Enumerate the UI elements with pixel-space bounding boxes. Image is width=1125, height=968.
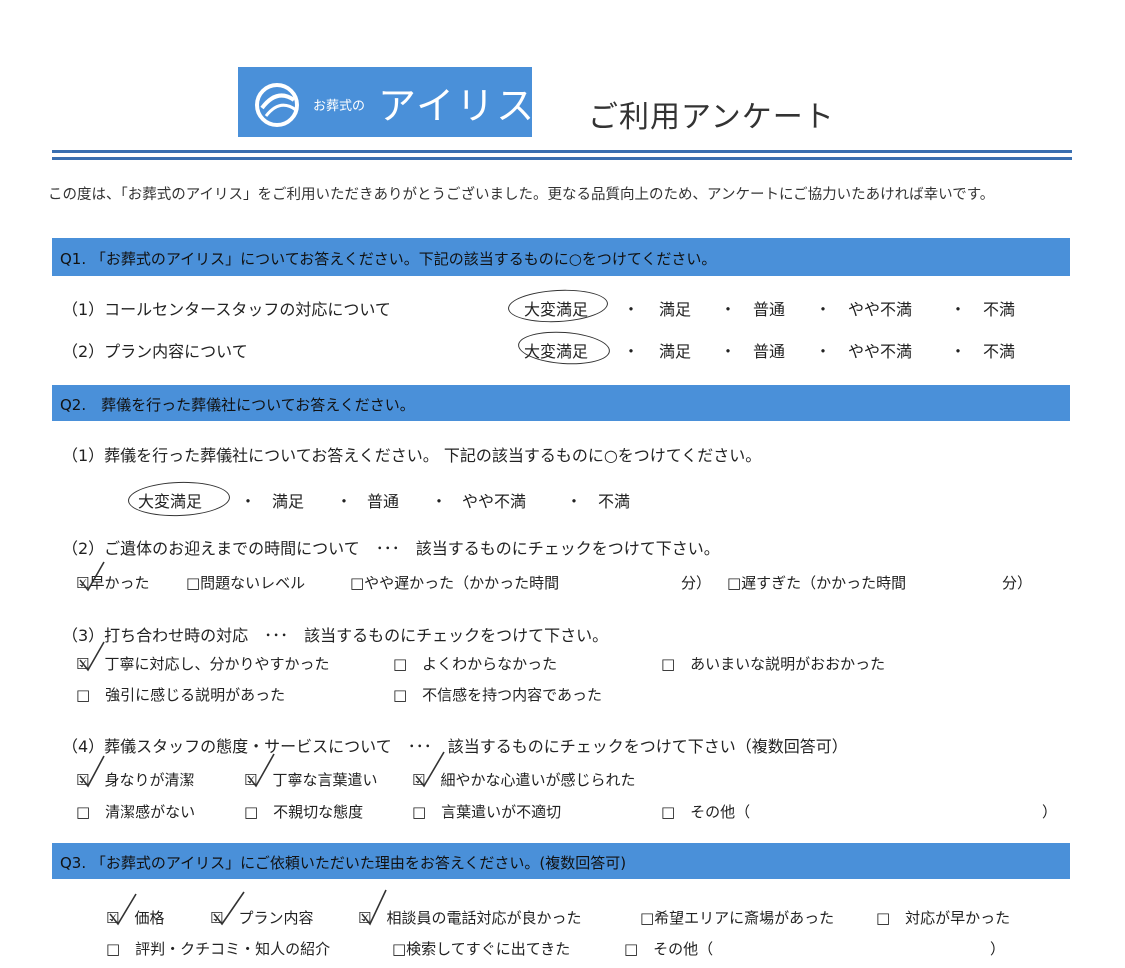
check-mark-icon (247, 753, 275, 788)
check-mark-icon (79, 561, 105, 592)
check-mark-icon (213, 891, 245, 926)
check-mark-icon (79, 641, 105, 672)
check-mark-icon (415, 751, 445, 788)
check-mark-icon (109, 893, 137, 926)
check-mark-icon (361, 889, 387, 926)
check-mark-icon (79, 755, 105, 788)
handwritten-check-marks (79, 561, 445, 926)
